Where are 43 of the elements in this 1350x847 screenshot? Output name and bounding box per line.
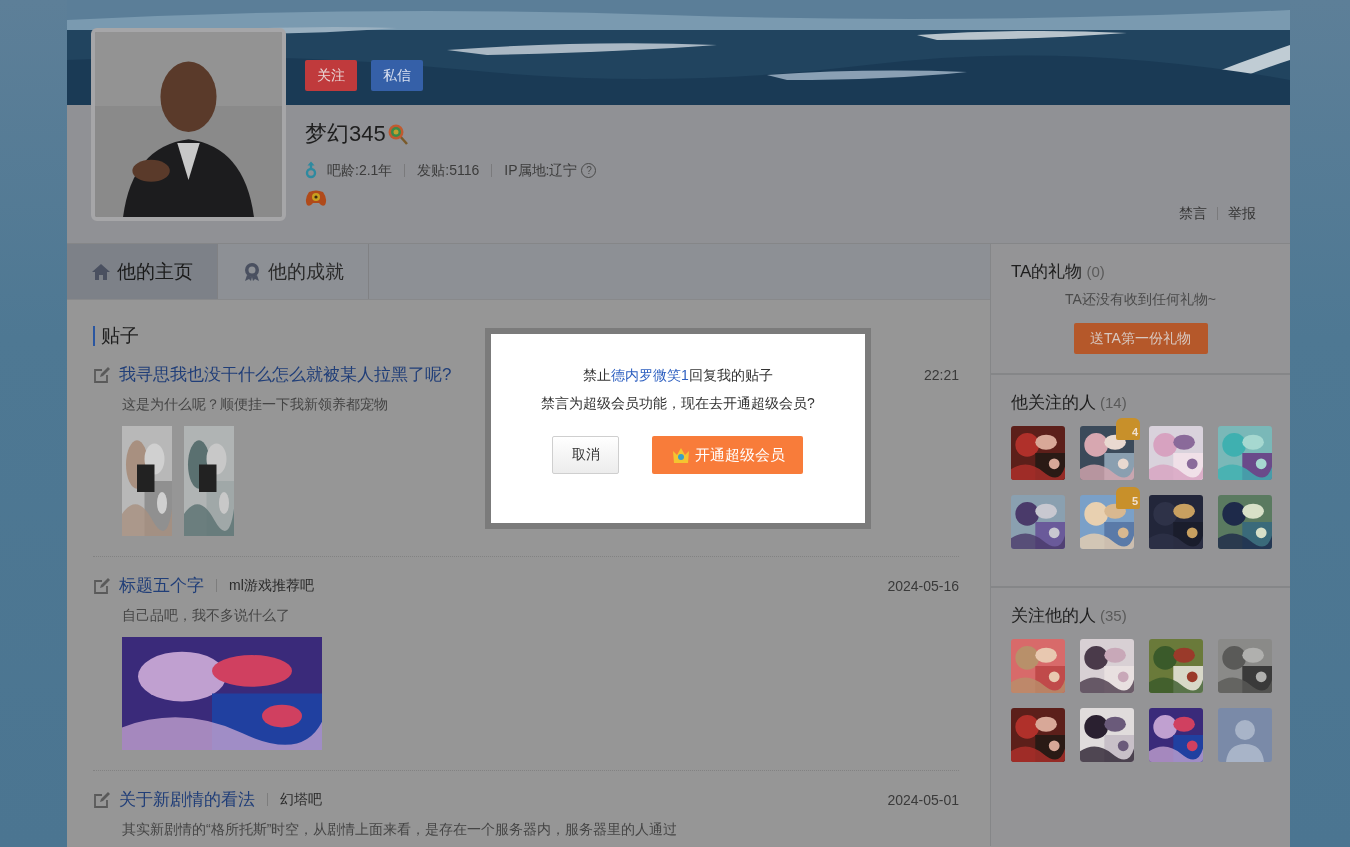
dialog-message: 禁言为超级会员功能，现在去开通超级会员? bbox=[540, 395, 816, 413]
post-time: 2024-05-01 bbox=[887, 791, 959, 808]
empty-message: TA还没有收到任何礼物~ bbox=[1064, 291, 1217, 309]
dialog-message: 禁止德内罗微笑1回复我的贴子 bbox=[582, 367, 774, 385]
default-avatar-icon[interactable] bbox=[1218, 708, 1272, 762]
user-count: (14) bbox=[1100, 394, 1127, 411]
post-time: 22:21 bbox=[923, 366, 959, 383]
post-time: 2024-05-16 bbox=[887, 577, 959, 594]
male-icon bbox=[305, 161, 317, 179]
section-title: 贴子 bbox=[93, 326, 139, 346]
edit-icon bbox=[93, 365, 111, 384]
gamepad-icon bbox=[305, 189, 327, 207]
medal-icon bbox=[242, 261, 262, 282]
forum-name[interactable]: ml游戏推荐吧 bbox=[216, 579, 314, 592]
post-excerpt: 这是为什么呢？顺便挂一下我新领养都宠物 bbox=[122, 396, 388, 414]
post-title[interactable]: 标题五个字 bbox=[119, 574, 204, 597]
crown-badge: 4 bbox=[1116, 418, 1140, 440]
edit-icon bbox=[93, 790, 111, 809]
cancel-button[interactable]: 取消 bbox=[552, 436, 619, 474]
send-gift-button[interactable]: 送TA第一份礼物 bbox=[1073, 323, 1208, 354]
profile-stat: 吧龄:2.1年 bbox=[326, 163, 394, 177]
edit-icon bbox=[93, 576, 111, 595]
action-link[interactable]: 举报 bbox=[1217, 207, 1266, 220]
crown-badge: 5 bbox=[1116, 487, 1140, 509]
gift-count: (0) bbox=[1086, 263, 1105, 280]
profile-stat: 发贴:5116 bbox=[404, 163, 492, 177]
upgrade-button[interactable]: 开通超级会员 bbox=[652, 436, 803, 474]
post-excerpt: 自己品吧，我不多说什么了 bbox=[122, 607, 290, 625]
user-link[interactable]: 德内罗微笑1 bbox=[611, 367, 689, 383]
section-title: 关注他的人 bbox=[1011, 605, 1096, 627]
username: 梦幻345 bbox=[305, 120, 386, 148]
home-icon bbox=[91, 262, 111, 281]
profile-tab[interactable]: 他的成就 bbox=[218, 244, 369, 299]
post-title[interactable]: 我寻思我也没干什么怎么就被某人拉黑了呢? bbox=[119, 363, 452, 386]
profile-tab[interactable]: 他的主页 bbox=[67, 244, 218, 299]
section-title: 他关注的人 bbox=[1011, 392, 1096, 414]
section-title: TA的礼物 bbox=[1011, 261, 1083, 283]
post-title[interactable]: 关于新剧情的看法 bbox=[119, 788, 255, 811]
lollipop-icon bbox=[386, 123, 409, 145]
action-link[interactable]: 禁言 bbox=[1169, 207, 1217, 220]
post-excerpt: 其实新剧情的“格所托斯”时空，从剧情上面来看，是存在一个服务器内，服务器里的人通过 bbox=[122, 821, 678, 839]
forum-name[interactable]: 幻塔吧 bbox=[267, 793, 322, 806]
user-count: (35) bbox=[1100, 607, 1127, 624]
